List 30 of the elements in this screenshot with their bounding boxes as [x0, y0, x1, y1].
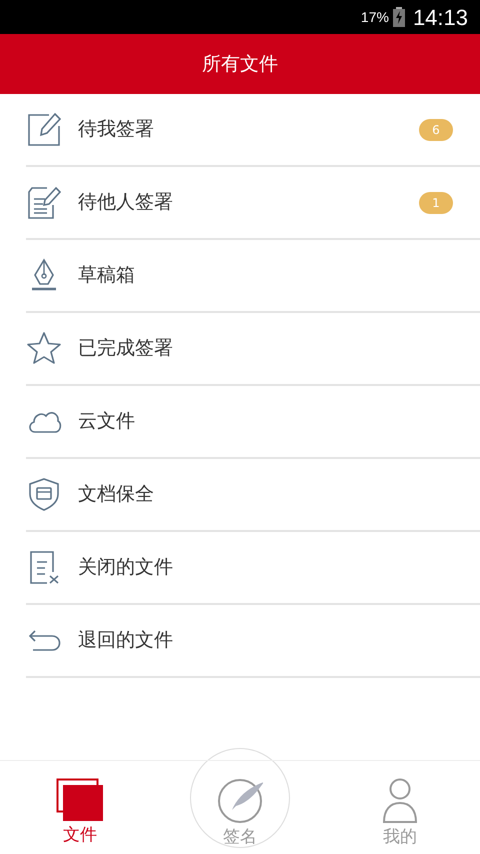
page-title: 所有文件 [202, 52, 278, 77]
files-icon [56, 778, 104, 822]
list-item[interactable]: 待我签署 6 [0, 94, 480, 165]
item-label: 关闭的文件 [78, 555, 174, 580]
count-badge: 1 [419, 192, 453, 214]
quill-icon [217, 778, 263, 824]
list-item[interactable]: 待他人签署 1 [0, 167, 480, 238]
tab[interactable]: 文件 [0, 760, 160, 854]
battery-level: 17% [360, 8, 389, 26]
count-badge: 6 [419, 118, 453, 140]
user-icon [382, 778, 418, 824]
item-label: 云文件 [78, 409, 136, 434]
shield-icon [27, 477, 62, 512]
item-label: 已完成签署 [78, 336, 174, 362]
list-item[interactable]: 退回的文件 [0, 605, 480, 676]
list-item[interactable]: 文档保全 [0, 459, 480, 530]
item-label: 文档保全 [78, 482, 155, 508]
list-item[interactable]: 关闭的文件 [0, 532, 480, 603]
item-label: 退回的文件 [78, 628, 174, 654]
list-item[interactable]: 草稿箱 [0, 240, 480, 311]
star-icon [27, 331, 62, 366]
edit-icon [27, 112, 62, 147]
list-item[interactable]: 云文件 [0, 386, 480, 457]
list-item[interactable]: 已完成签署 [0, 313, 480, 384]
item-label: 待我签署 [78, 117, 155, 142]
item-label: 待他人签署 [78, 190, 174, 216]
battery-icon [392, 7, 405, 27]
document-pencil-icon [27, 185, 62, 220]
clock: 14:13 [412, 4, 468, 32]
item-label: 草稿箱 [78, 263, 136, 288]
